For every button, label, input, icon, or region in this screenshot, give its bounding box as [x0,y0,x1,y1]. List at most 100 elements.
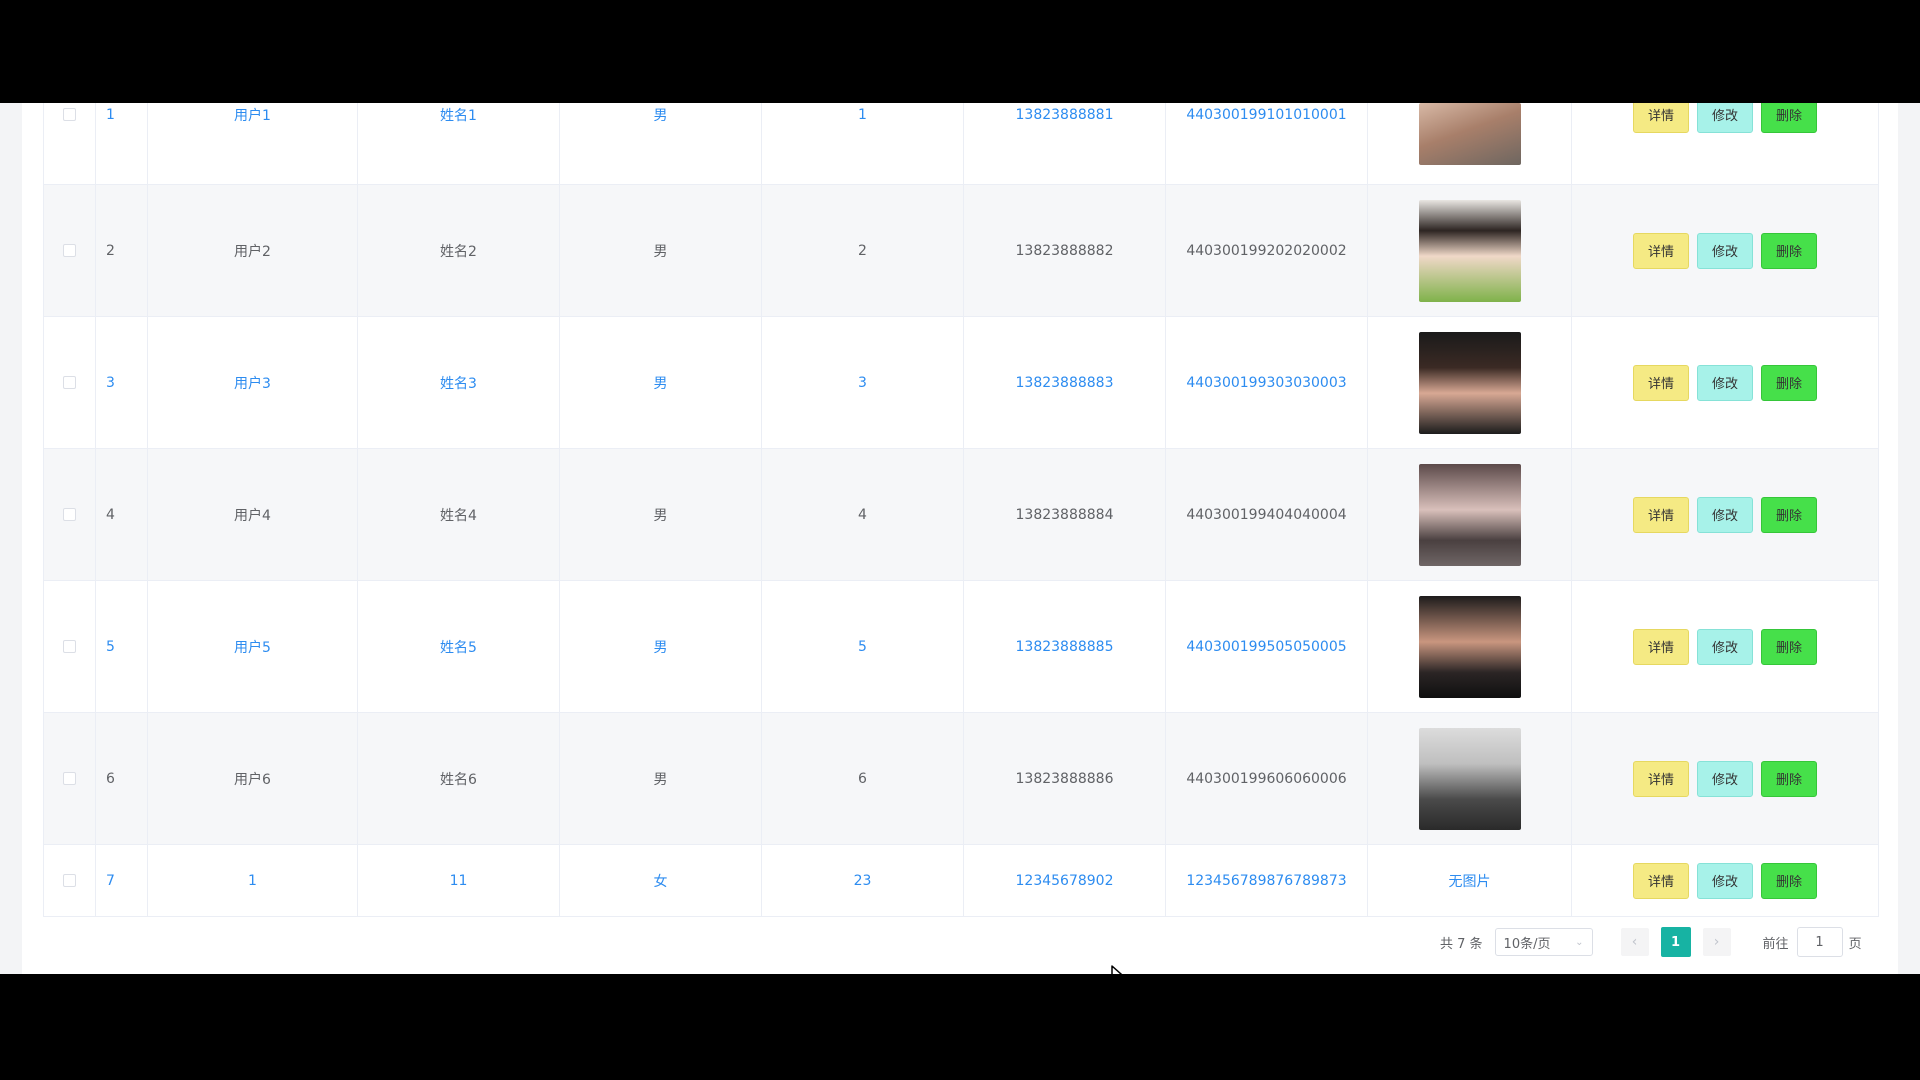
username-cell: 用户2 [148,185,358,316]
photo-cell [1368,317,1572,448]
edit-button[interactable]: 修改 [1696,760,1753,797]
row-checkbox[interactable] [63,376,76,389]
right-gutter [1898,103,1920,974]
idcard-text[interactable]: 440300199303030003 [1186,375,1346,391]
edit-button[interactable]: 修改 [1696,103,1753,133]
delete-button[interactable]: 删除 [1761,496,1818,533]
username-cell: 1 [148,845,358,916]
name-text[interactable]: 姓名3 [440,373,477,393]
row-actions: 详情 修改 删除 [1629,496,1821,533]
actions-cell: 详情 修改 删除 [1572,449,1878,580]
row-checkbox-cell [44,103,96,184]
idx-text[interactable]: 5 [106,639,115,655]
user-photo[interactable] [1418,331,1521,434]
delete-button[interactable]: 删除 [1761,760,1818,797]
row-actions: 详情 修改 删除 [1629,232,1821,269]
edit-button[interactable]: 修改 [1696,496,1753,533]
phone-text[interactable]: 12345678902 [1016,873,1114,889]
user-photo[interactable] [1418,199,1521,302]
goto-page-input[interactable]: 1 [1796,927,1843,957]
chevron-left-icon: ‹ [1631,934,1638,950]
delete-button[interactable]: 删除 [1761,232,1818,269]
page-size-select[interactable]: 10条/页 ⌄ [1494,928,1593,956]
name-text[interactable]: 11 [450,873,468,889]
user-photo[interactable] [1418,595,1521,698]
idx-text[interactable]: 1 [106,107,115,123]
no-photo-text: 无图片 [1448,873,1491,890]
row-checkbox[interactable] [63,108,76,121]
idcard-text[interactable]: 123456789876789873 [1186,873,1346,889]
phone-text[interactable]: 13823888881 [1016,107,1114,123]
phone-cell: 13823888885 [964,581,1166,712]
name-text[interactable]: 姓名5 [440,637,477,657]
idcard-cell: 123456789876789873 [1166,845,1368,916]
age-text[interactable]: 5 [858,639,867,655]
row-checkbox[interactable] [63,640,76,653]
prev-page-button[interactable]: ‹ [1620,928,1649,956]
gender-cell: 男 [560,581,762,712]
delete-button[interactable]: 删除 [1761,862,1818,899]
idx-text[interactable]: 3 [106,375,115,391]
photo-cell: 无图片 [1368,845,1572,916]
idx-cell: 6 [96,713,148,844]
idx-text[interactable]: 7 [106,873,115,889]
idcard-text[interactable]: 440300199101010001 [1186,107,1346,123]
username-text[interactable]: 用户1 [234,105,271,125]
age-text: 4 [858,506,867,523]
detail-button[interactable]: 详情 [1632,862,1689,899]
detail-button[interactable]: 详情 [1632,232,1689,269]
idx-cell: 5 [96,581,148,712]
idcard-cell: 440300199303030003 [1166,317,1368,448]
name-cell: 姓名5 [358,581,560,712]
delete-button[interactable]: 删除 [1761,364,1818,401]
row-checkbox[interactable] [63,244,76,257]
actions-cell: 详情 修改 删除 [1572,317,1878,448]
edit-button[interactable]: 修改 [1696,628,1753,665]
delete-button[interactable]: 删除 [1761,103,1818,133]
chevron-right-icon: › [1713,934,1720,950]
gender-text[interactable]: 男 [654,637,668,657]
next-page-button[interactable]: › [1702,928,1731,956]
name-cell: 姓名1 [358,103,560,184]
idx-cell: 1 [96,103,148,184]
edit-button[interactable]: 修改 [1696,364,1753,401]
phone-text[interactable]: 13823888885 [1016,639,1114,655]
edit-button[interactable]: 修改 [1696,232,1753,269]
detail-button[interactable]: 详情 [1632,364,1689,401]
username-text[interactable]: 用户3 [234,373,271,393]
gender-cell: 男 [560,449,762,580]
detail-button[interactable]: 详情 [1632,628,1689,665]
row-checkbox[interactable] [63,508,76,521]
gender-text[interactable]: 男 [654,105,668,125]
user-photo[interactable] [1418,727,1521,830]
age-cell: 23 [762,845,964,916]
username-text[interactable]: 1 [248,873,257,889]
row-actions: 详情 修改 删除 [1629,862,1821,899]
detail-button[interactable]: 详情 [1632,103,1689,133]
name-cell: 姓名4 [358,449,560,580]
phone-text[interactable]: 13823888883 [1016,375,1114,391]
age-text[interactable]: 3 [858,375,867,391]
username-text: 用户2 [234,243,271,260]
detail-button[interactable]: 详情 [1632,496,1689,533]
detail-button[interactable]: 详情 [1632,760,1689,797]
gender-text[interactable]: 男 [654,373,668,393]
row-checkbox[interactable] [63,874,76,887]
name-text[interactable]: 姓名1 [440,105,477,125]
delete-button[interactable]: 删除 [1761,628,1818,665]
age-text[interactable]: 1 [858,107,867,123]
row-actions: 详情 修改 删除 [1629,103,1821,133]
name-text: 姓名2 [440,243,477,260]
gender-text[interactable]: 女 [654,871,668,891]
age-text[interactable]: 23 [854,873,872,889]
idcard-text[interactable]: 440300199505050005 [1186,639,1346,655]
phone-cell: 13823888882 [964,185,1166,316]
row-checkbox[interactable] [63,772,76,785]
page-number-current[interactable]: 1 [1660,927,1691,957]
user-photo[interactable] [1418,103,1521,165]
actions-cell: 详情 修改 删除 [1572,185,1878,316]
edit-button[interactable]: 修改 [1696,862,1753,899]
gender-text: 男 [653,507,668,524]
username-text[interactable]: 用户5 [234,637,271,657]
user-photo[interactable] [1418,463,1521,566]
